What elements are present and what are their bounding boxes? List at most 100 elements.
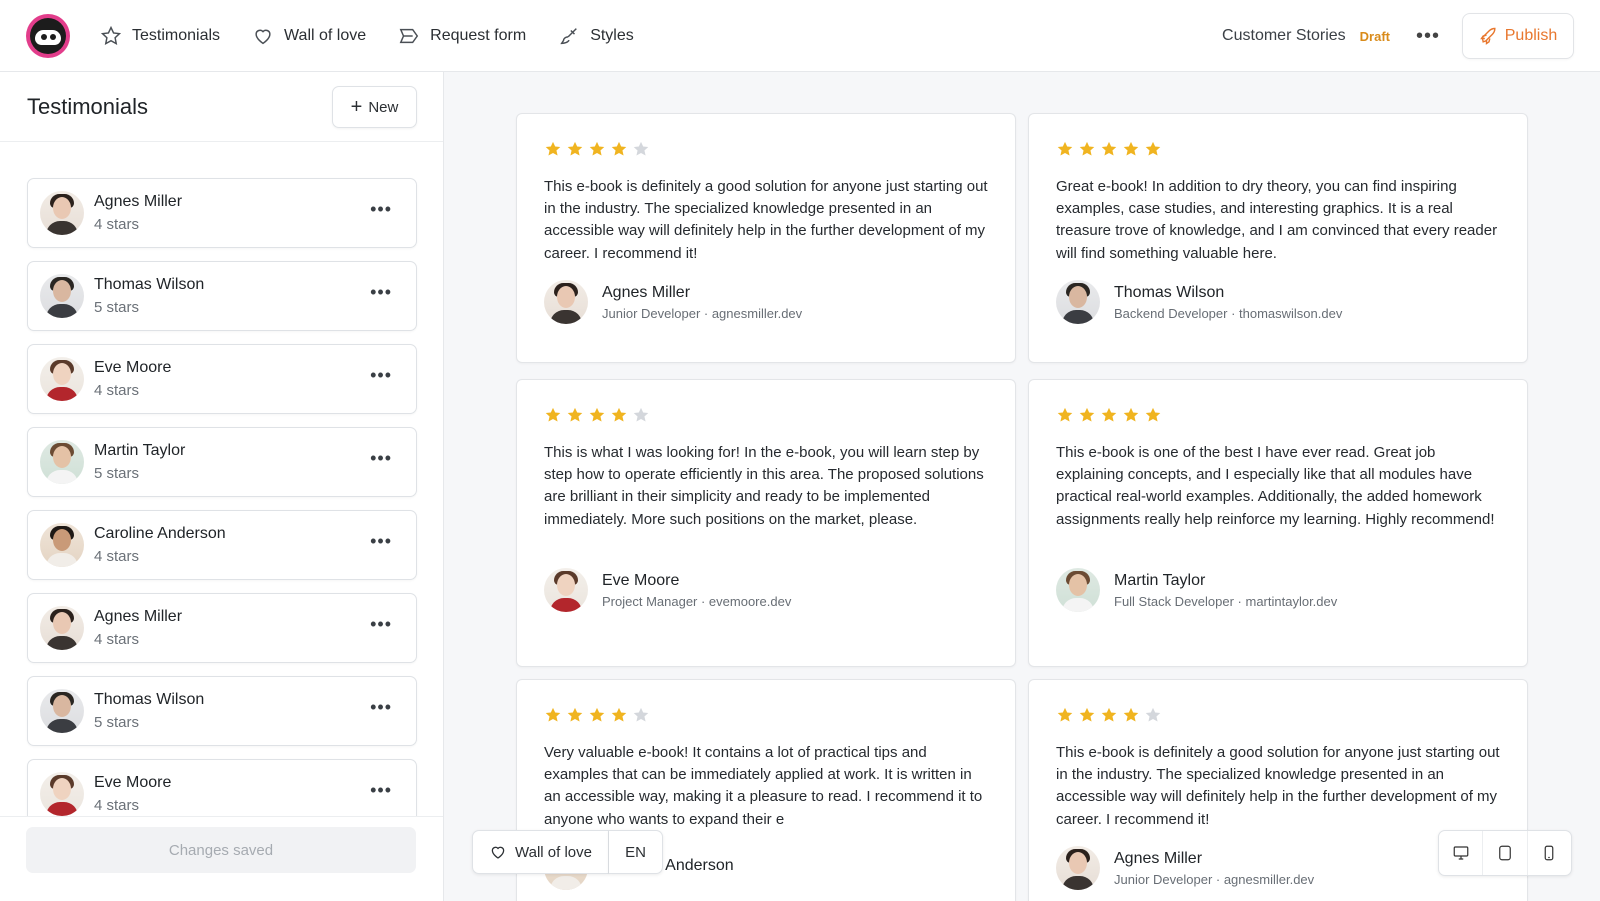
nav-label: Wall of love bbox=[284, 27, 367, 44]
list-item[interactable]: Thomas Wilson 5 stars ••• bbox=[27, 676, 417, 746]
app-logo[interactable] bbox=[26, 14, 70, 58]
main-nav: Testimonials Wall of love Request form S… bbox=[100, 0, 666, 72]
desktop-view-button[interactable] bbox=[1439, 831, 1484, 875]
author-meta: Junior Developer · agnesmiller.dev bbox=[1114, 871, 1315, 887]
author-name: Agnes Miller bbox=[1114, 849, 1203, 867]
device-switcher bbox=[1438, 830, 1572, 876]
list-item[interactable]: Martin Taylor 5 stars ••• bbox=[27, 427, 417, 497]
star-filled-icon bbox=[611, 141, 627, 156]
star-filled-icon bbox=[1057, 707, 1073, 722]
avatar bbox=[544, 280, 588, 324]
nav-styles[interactable]: Styles bbox=[558, 25, 634, 47]
list-item-name: Thomas Wilson bbox=[94, 276, 205, 293]
item-more-icon[interactable]: ••• bbox=[370, 282, 392, 303]
more-options-icon[interactable]: ••• bbox=[1416, 25, 1440, 48]
mobile-view-button[interactable] bbox=[1528, 831, 1571, 875]
testimonial-card[interactable]: This e-book is definitely a good solutio… bbox=[516, 113, 1016, 363]
language-button[interactable]: EN bbox=[608, 830, 663, 874]
list-item[interactable]: Caroline Anderson 4 stars ••• bbox=[27, 510, 417, 580]
list-item[interactable]: Agnes Miller 4 stars ••• bbox=[27, 178, 417, 248]
avatar bbox=[40, 523, 84, 567]
list-item-rating: 4 stars bbox=[94, 797, 140, 814]
publish-label: Publish bbox=[1504, 27, 1558, 44]
star-filled-icon bbox=[1079, 141, 1095, 156]
star-filled-icon bbox=[589, 407, 605, 422]
nav-testimonials[interactable]: Testimonials bbox=[100, 25, 220, 47]
publish-button[interactable]: Publish bbox=[1462, 13, 1574, 59]
star-rating bbox=[1056, 706, 1162, 724]
item-more-icon[interactable]: ••• bbox=[370, 199, 392, 220]
star-filled-icon bbox=[589, 141, 605, 156]
avatar bbox=[1056, 568, 1100, 612]
list-item[interactable]: Eve Moore 4 stars ••• bbox=[27, 344, 417, 414]
list-item-name: Eve Moore bbox=[94, 359, 172, 376]
status-badge: Draft bbox=[1359, 28, 1390, 44]
tablet-view-button[interactable] bbox=[1483, 831, 1528, 875]
nav-wall-of-love[interactable]: Wall of love bbox=[252, 25, 366, 47]
avatar bbox=[1056, 846, 1100, 890]
author-meta: Project Manager · evemoore.dev bbox=[602, 593, 792, 609]
new-label: New bbox=[368, 98, 399, 116]
testimonial-card[interactable]: This e-book is one of the best I have ev… bbox=[1028, 379, 1528, 667]
testimonial-card[interactable]: This is what I was looking for! In the e… bbox=[516, 379, 1016, 667]
star-filled-icon bbox=[567, 707, 583, 722]
star-filled-icon bbox=[1101, 407, 1117, 422]
author-name: Agnes Miller bbox=[602, 283, 691, 301]
list-item-rating: 4 stars bbox=[94, 548, 140, 565]
list-item-name: Caroline Anderson bbox=[94, 525, 226, 542]
item-more-icon[interactable]: ••• bbox=[370, 780, 392, 801]
wall-of-love-button[interactable]: Wall of love bbox=[472, 830, 609, 874]
sidebar: Testimonials + New Agnes Miller 4 stars … bbox=[0, 72, 444, 901]
star-filled-icon bbox=[1101, 707, 1117, 722]
testimonial-card[interactable]: Great e-book! In addition to dry theory,… bbox=[1028, 113, 1528, 363]
star-empty-icon bbox=[633, 141, 649, 156]
list-item[interactable]: Agnes Miller 4 stars ••• bbox=[27, 593, 417, 663]
star-filled-icon bbox=[1057, 141, 1073, 156]
wall-of-love-label: Wall of love bbox=[515, 843, 592, 861]
star-rating bbox=[544, 406, 650, 424]
avatar bbox=[1056, 280, 1100, 324]
list-item[interactable]: Thomas Wilson 5 stars ••• bbox=[27, 261, 417, 331]
avatar bbox=[40, 689, 84, 733]
avatar bbox=[40, 357, 84, 401]
send-icon bbox=[399, 28, 419, 44]
sidebar-footer: Changes saved bbox=[0, 816, 443, 901]
star-filled-icon bbox=[567, 407, 583, 422]
project-name[interactable]: Customer Stories bbox=[1222, 27, 1346, 45]
rocket-icon bbox=[1479, 27, 1496, 45]
brush-icon bbox=[560, 28, 578, 45]
author-meta: Full Stack Developer · martintaylor.dev bbox=[1114, 593, 1338, 609]
item-more-icon[interactable]: ••• bbox=[370, 448, 392, 469]
avatar bbox=[40, 191, 84, 235]
changes-saved-button[interactable]: Changes saved bbox=[26, 827, 416, 873]
item-more-icon[interactable]: ••• bbox=[370, 531, 392, 552]
nav-label: Styles bbox=[590, 27, 634, 44]
preview-canvas: This e-book is definitely a good solutio… bbox=[444, 72, 1600, 901]
star-filled-icon bbox=[1123, 407, 1139, 422]
list-item-name: Thomas Wilson bbox=[94, 691, 205, 708]
nav-label: Request form bbox=[430, 27, 527, 44]
star-rating bbox=[544, 706, 650, 724]
item-more-icon[interactable]: ••• bbox=[370, 614, 392, 635]
card-author: Eve Moore Project Manager · evemoore.dev bbox=[544, 568, 791, 612]
list-item-rating: 4 stars bbox=[94, 631, 140, 648]
star-filled-icon bbox=[1057, 407, 1073, 422]
new-testimonial-button[interactable]: + New bbox=[332, 86, 417, 128]
testimonial-text: Great e-book! In addition to dry theory,… bbox=[1056, 178, 1498, 262]
star-outline-icon bbox=[100, 25, 122, 45]
nav-request-form[interactable]: Request form bbox=[398, 25, 526, 47]
item-more-icon[interactable]: ••• bbox=[370, 365, 392, 386]
list-item-rating: 5 stars bbox=[94, 714, 140, 731]
star-filled-icon bbox=[589, 707, 605, 722]
list-item-name: Agnes Miller bbox=[94, 193, 183, 210]
star-rating bbox=[544, 140, 650, 158]
top-right-tools: Customer Stories Draft ••• Publish bbox=[1222, 13, 1574, 59]
list-item-rating: 5 stars bbox=[94, 465, 140, 482]
card-author: Thomas Wilson Backend Developer · thomas… bbox=[1056, 280, 1342, 324]
star-filled-icon bbox=[545, 141, 561, 156]
heart-outline-icon bbox=[255, 29, 271, 45]
author-name: Martin Taylor bbox=[1114, 571, 1206, 589]
star-filled-icon bbox=[545, 707, 561, 722]
top-bar: Testimonials Wall of love Request form S… bbox=[0, 0, 1600, 72]
item-more-icon[interactable]: ••• bbox=[370, 697, 392, 718]
